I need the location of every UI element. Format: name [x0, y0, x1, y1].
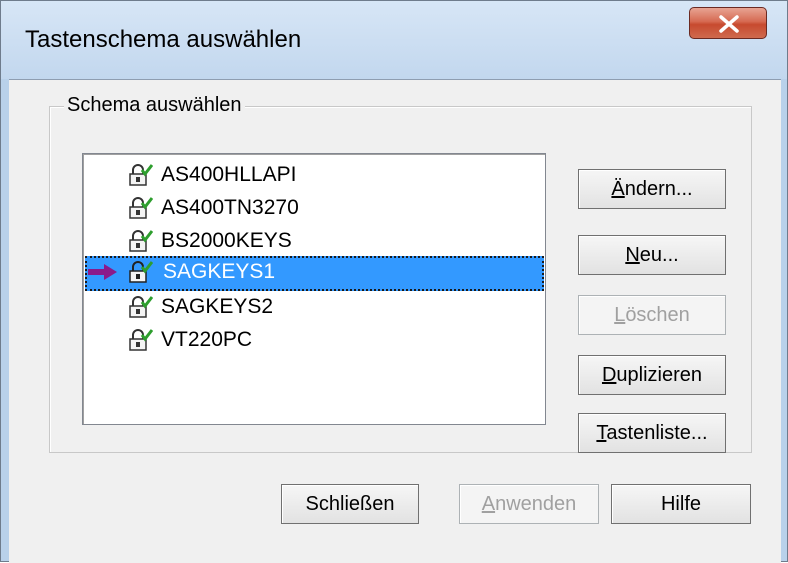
title-bar[interactable]: Tastenschema auswählen [1, 1, 787, 79]
button-label: Hilfe [660, 492, 701, 515]
mnemonic: Ä [611, 177, 625, 200]
scheme-listbox[interactable]: AS400HLLAPI AS400TN3270 BS2000KEYS SAGKE… [82, 153, 546, 425]
button-label: Ändern... [611, 178, 692, 201]
lock-icon [127, 197, 154, 224]
tastenliste-button[interactable]: Tastenliste... [578, 413, 726, 453]
list-item-selected[interactable]: SAGKEYS1 [85, 256, 544, 291]
button-label-rest: astenliste... [606, 421, 708, 444]
mnemonic: A [481, 492, 496, 515]
button-label: Löschen [614, 304, 690, 327]
aendern-button[interactable]: Ändern... [578, 169, 726, 209]
anwenden-button[interactable]: Anwenden [459, 484, 599, 524]
list-item-label: AS400HLLAPI [161, 163, 297, 186]
list-item[interactable]: SAGKEYS2 [85, 291, 544, 324]
list-item-label: BS2000KEYS [161, 229, 292, 252]
window-title: Tastenschema auswählen [25, 26, 302, 53]
schliessen-button[interactable]: Schließen [281, 484, 419, 524]
hilfe-button[interactable]: Hilfe [611, 484, 751, 524]
lock-icon [127, 261, 154, 288]
dialog-body: Schema auswählen AS400HLLAPI AS400TN3270 [9, 79, 781, 563]
mnemonic: D [601, 363, 617, 386]
button-label-rest: nwenden [495, 492, 577, 515]
lock-icon [127, 329, 154, 356]
button-label-rest: eu... [639, 243, 679, 266]
list-item[interactable]: AS400HLLAPI [85, 159, 544, 192]
arrow-right-icon [88, 264, 118, 285]
button-label: Anwenden [482, 493, 577, 516]
loeschen-button[interactable]: Löschen [578, 295, 726, 335]
button-label: Neu... [625, 244, 678, 267]
button-label-rest: öschen [625, 303, 690, 326]
close-button[interactable] [689, 7, 767, 39]
list-item[interactable]: AS400TN3270 [85, 192, 544, 225]
duplizieren-button[interactable]: Duplizieren [578, 355, 726, 395]
mnemonic: T [596, 421, 607, 444]
mnemonic: N [625, 243, 640, 266]
list-item-label: VT220PC [161, 328, 253, 351]
lock-icon [127, 230, 154, 257]
neu-button[interactable]: Neu... [578, 235, 726, 275]
button-label: Tastenliste... [596, 422, 707, 445]
mnemonic: L [614, 303, 626, 326]
button-label: Duplizieren [602, 364, 702, 387]
list-item[interactable]: BS2000KEYS [85, 225, 544, 258]
button-label-rest: uplizieren [616, 363, 703, 386]
list-item-label: SAGKEYS2 [161, 295, 274, 318]
close-icon [719, 15, 739, 33]
list-item[interactable]: VT220PC [85, 324, 544, 357]
list-item-label: AS400TN3270 [161, 196, 299, 219]
list-item-label: SAGKEYS1 [163, 260, 276, 283]
lock-icon [127, 296, 154, 323]
lock-icon [127, 164, 154, 191]
group-legend: Schema auswählen [64, 94, 245, 117]
schema-groupbox: Schema auswählen AS400HLLAPI AS400TN3270 [49, 94, 752, 453]
button-label: Schließen [305, 492, 395, 515]
dialog-window: Tastenschema auswählen Schema auswählen … [0, 0, 788, 563]
button-label-rest: ndern... [624, 177, 693, 200]
